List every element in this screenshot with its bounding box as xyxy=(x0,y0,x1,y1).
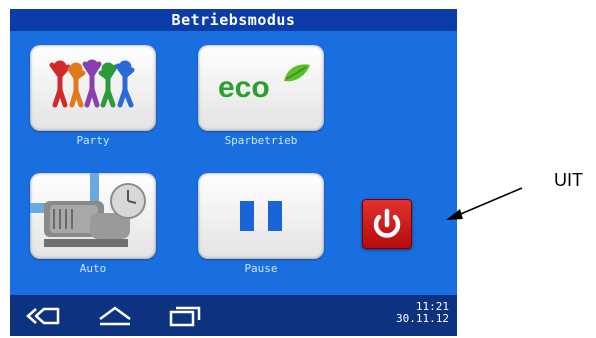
party-people-icon xyxy=(49,59,135,108)
status-clock: 11:21 30.11.12 xyxy=(396,301,449,325)
pause-icon xyxy=(240,201,282,231)
annotation-label: UIT xyxy=(554,170,583,190)
navigation-bar: 11:21 30.11.12 xyxy=(10,295,457,336)
annotation-arrow-icon xyxy=(446,187,523,220)
power-icon xyxy=(373,208,401,238)
back-icon[interactable] xyxy=(26,306,60,326)
eco-mode-label: Sparbetrieb xyxy=(224,134,298,147)
eco-mode-button[interactable]: eco xyxy=(198,45,324,131)
auto-mode-button[interactable] xyxy=(30,173,156,259)
party-mode-label: Party xyxy=(76,134,110,147)
pause-mode-button[interactable] xyxy=(198,173,324,259)
eco-leaf-icon: eco xyxy=(218,64,310,104)
device-screen: Betriebsmodus Party eco Sparbetrieb Auto… xyxy=(10,9,457,336)
power-off-button[interactable] xyxy=(362,199,412,249)
auto-mode-label: Auto xyxy=(79,262,107,275)
status-date: 30.11.12 xyxy=(396,312,449,325)
home-icon[interactable] xyxy=(96,305,134,327)
party-mode-button[interactable] xyxy=(30,45,156,131)
pump-timer-icon xyxy=(30,173,146,247)
svg-text:eco: eco xyxy=(218,71,270,104)
screen-title: Betriebsmodus xyxy=(10,9,457,31)
recent-apps-icon[interactable] xyxy=(168,305,204,327)
pause-mode-label: Pause xyxy=(244,262,278,275)
